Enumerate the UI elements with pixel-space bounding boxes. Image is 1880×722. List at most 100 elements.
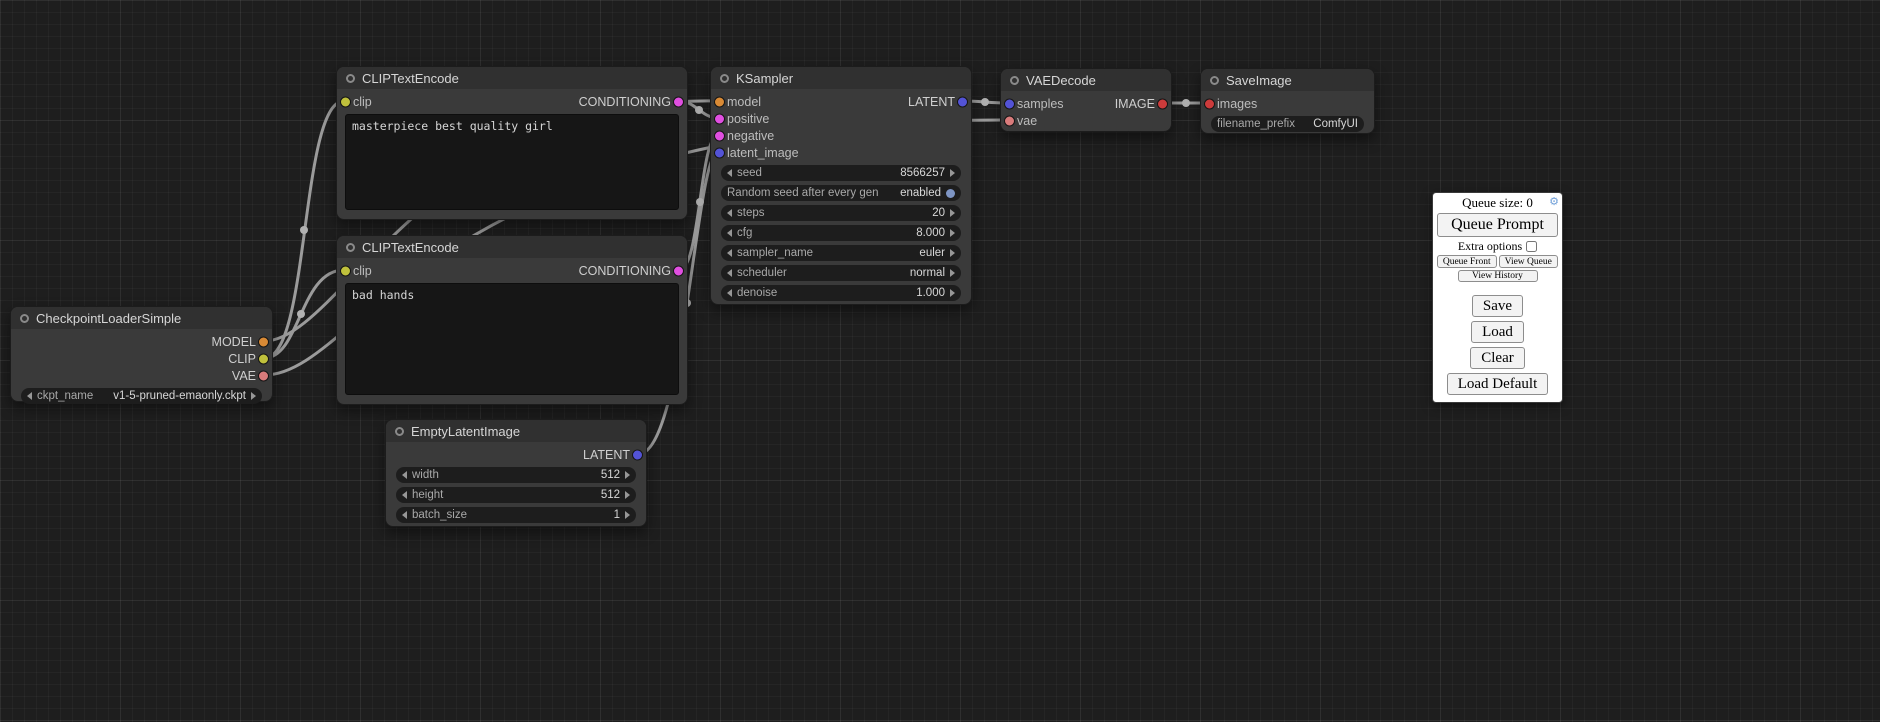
widget-filename-prefix[interactable]: filename_prefix ComfyUI [1211,116,1364,132]
increment-arrow-icon[interactable] [625,471,630,479]
queue-size-label: Queue size: 0 [1462,195,1533,210]
output-dot-conditioning[interactable] [673,96,684,107]
toggle-on-indicator[interactable] [946,189,955,198]
node-titlebar[interactable]: CLIPTextEncode [337,236,687,258]
collapse-toggle-icon[interactable] [395,427,404,436]
save-button[interactable]: Save [1472,295,1523,317]
increment-arrow-icon[interactable] [950,289,955,297]
input-label-model: model [727,95,761,109]
slot-row: clip CONDITIONING [337,93,687,110]
widget-ckpt-name[interactable]: ckpt_name v1-5-pruned-emaonly.ckpt [21,388,262,404]
output-dot-latent[interactable] [632,449,643,460]
decrement-arrow-icon[interactable] [402,491,407,499]
slot-row: CLIP [11,350,272,367]
increment-arrow-icon[interactable] [625,511,630,519]
input-dot-negative[interactable] [714,130,725,141]
decrement-arrow-icon[interactable] [727,249,732,257]
input-dot-images[interactable] [1204,98,1215,109]
node-titlebar[interactable]: KSampler [711,67,971,89]
input-dot-samples[interactable] [1004,98,1015,109]
widget-label: ckpt_name [37,390,93,402]
collapse-toggle-icon[interactable] [1010,76,1019,85]
output-dot-image[interactable] [1157,98,1168,109]
load-button[interactable]: Load [1471,321,1524,343]
increment-arrow-icon[interactable] [950,229,955,237]
node-titlebar[interactable]: CLIPTextEncode [337,67,687,89]
increment-arrow-icon[interactable] [950,209,955,217]
widget-steps[interactable]: steps 20 [721,205,961,221]
collapse-toggle-icon[interactable] [346,243,355,252]
widget-random-seed-toggle[interactable]: Random seed after every gen enabled [721,185,961,201]
widget-sampler-name[interactable]: sampler_name euler [721,245,961,261]
output-dot-vae[interactable] [258,370,269,381]
node-title: EmptyLatentImage [411,424,520,439]
input-dot-latent-image[interactable] [714,147,725,158]
node-vae-decode[interactable]: VAEDecode samples IMAGE vae [1000,68,1172,132]
collapse-toggle-icon[interactable] [720,74,729,83]
node-ksampler[interactable]: KSampler model LATENT positive negative … [710,66,972,305]
node-titlebar[interactable]: EmptyLatentImage [386,420,646,442]
output-label-conditioning: CONDITIONING [579,95,671,109]
widget-scheduler[interactable]: scheduler normal [721,265,961,281]
node-empty-latent-image[interactable]: EmptyLatentImage LATENT width 512 height… [385,419,647,527]
node-title: CheckpointLoaderSimple [36,311,181,326]
queue-size-row: Queue size: 0 ⚙ [1437,195,1558,211]
comfy-menu-panel[interactable]: Queue size: 0 ⚙ Queue Prompt Extra optio… [1432,192,1563,403]
input-dot-clip[interactable] [340,96,351,107]
link-midpoint-dot [297,310,305,318]
widget-denoise[interactable]: denoise 1.000 [721,285,961,301]
decrement-arrow-icon[interactable] [727,169,732,177]
input-dot-positive[interactable] [714,113,725,124]
output-dot-latent[interactable] [957,96,968,107]
slot-row: MODEL [11,333,272,350]
decrement-arrow-icon[interactable] [27,392,32,400]
queue-front-button[interactable]: Queue Front [1437,255,1497,268]
node-canvas[interactable]: CheckpointLoaderSimple MODEL CLIP VAE ck… [0,0,1880,722]
increment-arrow-icon[interactable] [625,491,630,499]
output-dot-conditioning[interactable] [673,265,684,276]
queue-prompt-button[interactable]: Queue Prompt [1437,213,1558,237]
load-default-button[interactable]: Load Default [1447,373,1549,395]
widget-seed[interactable]: seed 8566257 [721,165,961,181]
increment-arrow-icon[interactable] [950,269,955,277]
widget-cfg[interactable]: cfg 8.000 [721,225,961,241]
decrement-arrow-icon[interactable] [727,269,732,277]
collapse-toggle-icon[interactable] [346,74,355,83]
decrement-arrow-icon[interactable] [727,289,732,297]
widget-value: enabled [900,187,941,199]
output-dot-model[interactable] [258,336,269,347]
view-queue-button[interactable]: View Queue [1499,255,1559,268]
node-clip-text-encode-negative[interactable]: CLIPTextEncode clip CONDITIONING bad han… [336,235,688,405]
increment-arrow-icon[interactable] [950,249,955,257]
extra-options-checkbox[interactable] [1526,241,1537,252]
node-titlebar[interactable]: CheckpointLoaderSimple [11,307,272,329]
output-label-vae: VAE [232,369,256,383]
output-dot-clip[interactable] [258,353,269,364]
widget-batch-size[interactable]: batch_size 1 [396,507,636,523]
increment-arrow-icon[interactable] [950,169,955,177]
decrement-arrow-icon[interactable] [402,511,407,519]
decrement-arrow-icon[interactable] [402,471,407,479]
prompt-textarea[interactable]: bad hands [345,283,679,395]
decrement-arrow-icon[interactable] [727,229,732,237]
node-checkpoint-loader[interactable]: CheckpointLoaderSimple MODEL CLIP VAE ck… [10,306,273,402]
input-dot-model[interactable] [714,96,725,107]
node-save-image[interactable]: SaveImage images filename_prefix ComfyUI [1200,68,1375,134]
node-clip-text-encode-positive[interactable]: CLIPTextEncode clip CONDITIONING masterp… [336,66,688,220]
collapse-toggle-icon[interactable] [1210,76,1219,85]
node-title: KSampler [736,71,793,86]
collapse-toggle-icon[interactable] [20,314,29,323]
widget-label: scheduler [737,267,787,279]
node-titlebar[interactable]: SaveImage [1201,69,1374,91]
settings-gear-icon[interactable]: ⚙ [1549,195,1559,209]
node-titlebar[interactable]: VAEDecode [1001,69,1171,91]
input-dot-vae[interactable] [1004,115,1015,126]
prompt-textarea[interactable]: masterpiece best quality girl [345,114,679,210]
input-dot-clip[interactable] [340,265,351,276]
clear-button[interactable]: Clear [1470,347,1524,369]
increment-arrow-icon[interactable] [251,392,256,400]
view-history-button[interactable]: View History [1458,270,1538,282]
decrement-arrow-icon[interactable] [727,209,732,217]
widget-width[interactable]: width 512 [396,467,636,483]
widget-height[interactable]: height 512 [396,487,636,503]
